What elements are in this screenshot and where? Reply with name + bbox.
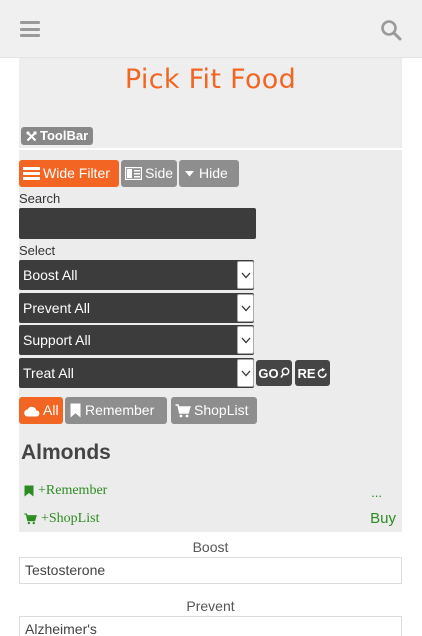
search-icon[interactable] [380, 19, 402, 41]
select-label: Select [19, 243, 56, 258]
search-label: Search [19, 191, 61, 206]
search-input[interactable] [19, 208, 256, 239]
hamburger-menu-icon[interactable] [20, 21, 40, 37]
chevron-down-icon [237, 326, 254, 354]
buy-link[interactable]: Buy [370, 510, 396, 527]
bookmark-icon [70, 403, 81, 418]
tab-hide-label: Hide [199, 165, 228, 181]
more-options-link[interactable]: ... [371, 485, 382, 500]
tab-all-label: All [43, 402, 59, 418]
tab-shoplist-label: ShopList [194, 402, 249, 418]
caret-down-icon [185, 171, 194, 177]
category-value-boost: Testosterone [19, 557, 402, 584]
boost-select[interactable]: Boost All [19, 260, 254, 290]
site-header: Pick Fit Food ToolBar [19, 58, 402, 148]
top-bar [0, 0, 422, 58]
add-shoplist-label: +ShopList [41, 511, 100, 526]
cloud-icon [24, 406, 40, 416]
tools-icon [26, 130, 37, 141]
chevron-down-icon [237, 261, 254, 289]
go-button-label: GO [258, 365, 279, 381]
tab-remember-label: Remember [85, 402, 155, 418]
toolbar-label: ToolBar [40, 128, 89, 143]
chevron-down-icon [237, 359, 254, 387]
tab-all[interactable]: All [19, 397, 63, 424]
go-button[interactable]: GO [256, 360, 292, 386]
category-label-prevent: Prevent [186, 598, 235, 614]
reset-button[interactable]: RE [295, 360, 330, 386]
chevron-down-icon [237, 294, 254, 322]
cart-icon [24, 513, 37, 525]
site-title: Pick Fit Food [124, 64, 297, 95]
add-remember-link[interactable]: +Remember [24, 483, 107, 499]
tab-hide[interactable]: Hide [179, 160, 239, 187]
boost-select-value: Boost All [23, 267, 78, 283]
treat-select-value: Treat All [23, 365, 74, 381]
tab-shoplist[interactable]: ShopList [171, 397, 257, 424]
category-value-prevent: Alzheimer's [19, 616, 402, 636]
tab-remember[interactable]: Remember [65, 397, 167, 424]
tab-side[interactable]: Side [121, 160, 177, 187]
prevent-select[interactable]: Prevent All [19, 293, 254, 323]
support-select[interactable]: Support All [19, 325, 254, 355]
search-icon [279, 367, 290, 378]
tab-wide-filter[interactable]: Wide Filter [19, 160, 119, 187]
category-label-boost: Boost [192, 539, 229, 555]
add-remember-label: +Remember [38, 483, 108, 498]
food-name: Almonds [21, 441, 111, 464]
cart-icon [175, 403, 191, 417]
treat-select[interactable]: Treat All [19, 358, 254, 388]
support-select-value: Support All [23, 332, 91, 348]
tab-wide-filter-label: Wide Filter [43, 165, 110, 181]
bookmark-icon [24, 485, 34, 497]
add-shoplist-link[interactable]: +ShopList [24, 511, 99, 527]
refresh-icon [317, 367, 327, 379]
tab-side-label: Side [145, 165, 174, 181]
list-icon [23, 167, 40, 180]
sidebar-icon [125, 167, 142, 180]
reset-button-label: RE [297, 365, 316, 381]
toolbar-button[interactable]: ToolBar [21, 127, 94, 145]
filter-panel: Wide Filter Side Hide Search Select Boos… [19, 150, 402, 532]
prevent-select-value: Prevent All [23, 300, 90, 316]
